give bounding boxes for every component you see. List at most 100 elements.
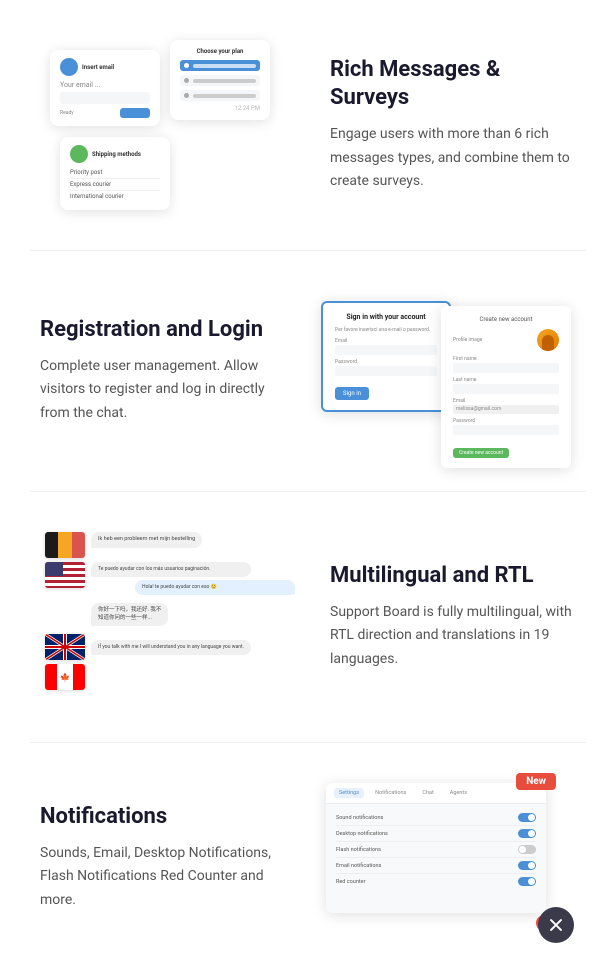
registration-image: Sign in with your account Per favore ins…	[316, 291, 576, 451]
email-register-input[interactable]: melissa@gmail.com	[453, 405, 559, 414]
tab-chat[interactable]: Chat	[417, 788, 438, 798]
chat-bubble-2: Te puedo ayudar con los más usuarios pag…	[91, 562, 251, 577]
shipping-label: Shipping methods	[92, 151, 141, 158]
setting-flash: Flash notifications	[336, 842, 536, 858]
close-button[interactable]	[538, 907, 574, 943]
flag-row-4: 🍁 If you talk with me I will understand …	[45, 634, 295, 690]
toggle-desktop[interactable]	[518, 829, 536, 838]
multilingual-content: Multilingual and RTL Support Board is fu…	[330, 562, 576, 672]
email-register-field: Email melissa@gmail.com	[453, 398, 559, 414]
priority-post: Priority post	[70, 167, 160, 179]
avatar-green	[70, 145, 88, 163]
signin-title: Sign in with your account	[335, 313, 437, 321]
notifications-content: Notifications Sounds, Email, Desktop Not…	[40, 803, 286, 913]
email-register-label: Email	[453, 398, 559, 404]
tab-agents[interactable]: Agents	[445, 788, 472, 798]
tab-notifications[interactable]: Notifications	[370, 788, 411, 798]
flag-belgium	[45, 532, 85, 558]
password-field-label: Password	[335, 359, 437, 365]
toggle-counter[interactable]	[518, 877, 536, 886]
insert-email-label: Insert email	[82, 64, 114, 71]
settings-topbar: Settings Notifications Chat Agents	[326, 783, 546, 804]
toggle-email[interactable]	[518, 861, 536, 870]
password-field-input[interactable]	[335, 366, 437, 376]
flag-placeholder	[45, 603, 85, 629]
first-name-label: First name	[453, 356, 559, 362]
registration-content: Registration and Login Complete user man…	[40, 316, 286, 426]
toggle-flash[interactable]	[518, 845, 536, 854]
rich-messages-title: Rich Messages & Surveys	[330, 56, 576, 113]
first-name-input[interactable]	[453, 363, 559, 373]
flags-au-ca: 🍁	[45, 634, 85, 690]
tab-settings[interactable]: Settings	[334, 788, 364, 798]
notifications-desc: Sounds, Email, Desktop Notifications, Fl…	[40, 842, 286, 913]
email-val: melissa@gmail.com	[453, 405, 559, 414]
setting-counter-label: Red counter	[336, 879, 365, 885]
avatar-blue	[60, 58, 78, 76]
profile-image-label: Profile image	[453, 337, 482, 343]
choose-plan-label: Choose your plan	[180, 48, 260, 55]
flag-canada: 🍁	[45, 664, 85, 690]
new-badge: New	[516, 773, 556, 790]
section-notifications: New Settings Notifications Chat Agents S…	[0, 743, 616, 973]
first-name-field: First name	[453, 356, 559, 373]
multilingual-mockup: Ik heb een probleem met mijn bestelling …	[45, 532, 295, 702]
premium-plan	[180, 75, 260, 86]
setting-desktop: Desktop notifications	[336, 826, 536, 842]
flag-usa	[45, 562, 85, 588]
create-title: Create new account	[453, 316, 559, 323]
profile-pic	[537, 329, 559, 351]
settings-screen: Settings Notifications Chat Agents Sound…	[326, 783, 546, 913]
chat-bubble-4: 你好一下吗，我还好. 我不知道你问的一些一样...	[91, 603, 168, 626]
chat-bubble-1: Ik heb een probleem met mijn bestelling	[91, 532, 202, 548]
chat-bubbles-us: Te puedo ayudar con los más usuarios pag…	[91, 562, 295, 599]
setting-sound-label: Sound notifications	[336, 815, 383, 821]
insert-email-card: Insert email Your email ... Ready	[50, 50, 160, 126]
plan-time: 12:24 PM	[180, 105, 260, 112]
password-register-field: Password	[453, 418, 559, 435]
setting-desktop-label: Desktop notifications	[336, 831, 388, 837]
section-registration: Sign in with your account Per favore ins…	[0, 251, 616, 491]
login-mockup: Sign in with your account Per favore ins…	[321, 291, 571, 451]
notifications-title: Notifications	[40, 803, 286, 832]
express-courier: Express courier	[70, 179, 160, 191]
email-field-label: Email	[335, 338, 437, 344]
setting-sound: Sound notifications	[336, 810, 536, 826]
registration-desc: Complete user management. Allow visitors…	[40, 355, 286, 426]
choose-plan-card: Choose your plan 12:24 PM	[170, 40, 270, 120]
email-field-wrap: Email	[335, 338, 437, 355]
section-multilingual: Ik heb een probleem met mijn bestelling …	[0, 492, 616, 742]
registration-title: Registration and Login	[40, 316, 286, 345]
multilingual-image: Ik heb een probleem met mijn bestelling …	[40, 532, 300, 702]
signin-btn[interactable]: Sign in	[335, 387, 369, 400]
setting-flash-label: Flash notifications	[336, 847, 381, 853]
chat-bubble-5: If you talk with me I will understand yo…	[91, 640, 251, 655]
register-card: Create new account Profile image First n…	[441, 306, 571, 468]
last-name-field: Last name	[453, 377, 559, 394]
international-courier: International courier	[70, 191, 160, 202]
password-register-input[interactable]	[453, 425, 559, 435]
last-name-input[interactable]	[453, 384, 559, 394]
email-input-line	[60, 92, 150, 104]
setting-email: Email notifications	[336, 858, 536, 874]
rich-messages-desc: Engage users with more than 6 rich messa…	[330, 123, 576, 194]
ready-label: Ready	[60, 110, 120, 116]
settings-body: Sound notifications Desktop notification…	[326, 804, 546, 895]
flag-row-1: Ik heb een probleem met mijn bestelling	[45, 532, 295, 558]
email-field-input[interactable]	[335, 345, 437, 355]
toggle-sound[interactable]	[518, 813, 536, 822]
flag-australia	[45, 634, 85, 660]
signin-hint: Per favore inserisci una e-mail o passwo…	[335, 327, 437, 333]
platinum-plan	[180, 90, 260, 101]
basic-plan	[180, 60, 260, 71]
create-account-btn[interactable]: Create new account	[453, 448, 509, 458]
flag-row-3: 你好一下吗，我还好. 我不知道你问的一些一样...	[45, 603, 295, 630]
setting-counter: Red counter	[336, 874, 536, 889]
your-email-label: Your email ...	[60, 81, 150, 89]
rich-messages-mockup: Insert email Your email ... Ready Choose…	[50, 40, 290, 210]
password-field-wrap: Password	[335, 359, 437, 376]
au-flag-svg	[45, 634, 85, 660]
notifications-mockup: New Settings Notifications Chat Agents S…	[326, 783, 566, 933]
multilingual-title: Multilingual and RTL	[330, 562, 576, 591]
profile-image-row: Profile image	[453, 329, 559, 351]
